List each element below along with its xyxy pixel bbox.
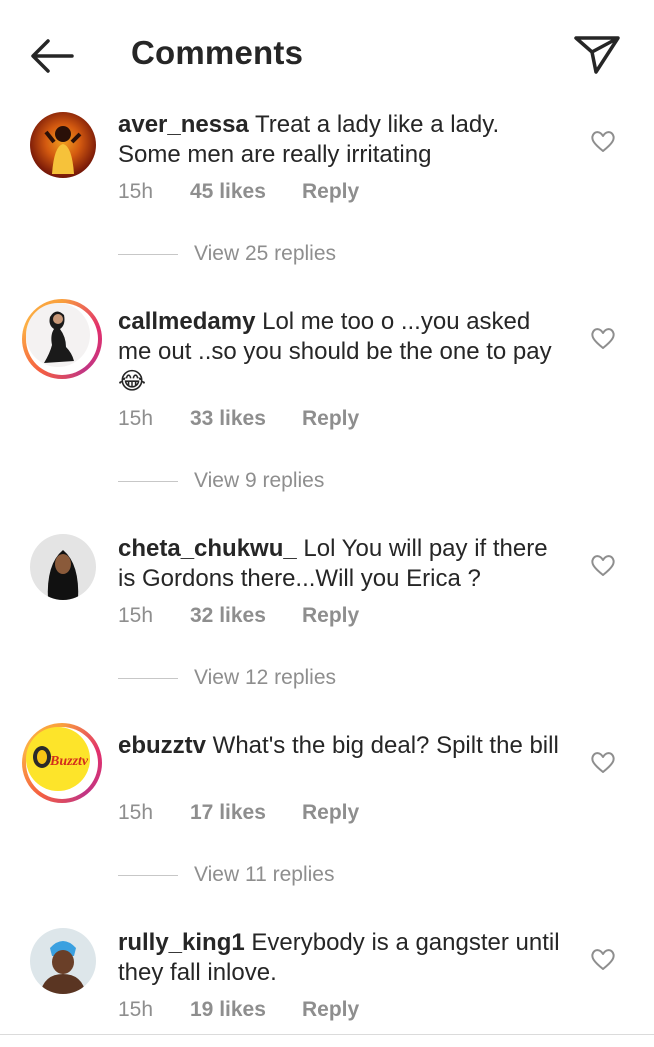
reply-button[interactable]: Reply: [302, 998, 359, 1022]
like-heart-icon[interactable]: [590, 327, 616, 351]
reply-button[interactable]: Reply: [302, 180, 359, 204]
avatar-image: [26, 303, 90, 367]
comment-username[interactable]: rully_king1: [118, 929, 245, 956]
page-title: Comments: [131, 34, 304, 71]
avatar[interactable]: [22, 299, 102, 379]
comment-text: ebuzztv What's the big deal? Spilt the b…: [118, 731, 568, 761]
comment-time: 15h: [118, 998, 154, 1021]
comment-text: aver_nessa Treat a lady like a lady. Som…: [118, 110, 568, 170]
like-heart-icon[interactable]: [590, 130, 616, 154]
replies-divider: [118, 875, 178, 876]
like-heart-icon[interactable]: [590, 948, 616, 972]
comment-username[interactable]: ebuzztv: [118, 732, 206, 759]
replies-divider: [118, 481, 178, 482]
avatar[interactable]: [30, 928, 96, 994]
comment-text: cheta_chukwu_ Lol You will pay if there …: [118, 534, 568, 594]
comment-time: 15h: [118, 180, 154, 203]
bottom-divider: [0, 1034, 654, 1035]
view-replies-label: View 25 replies: [194, 242, 337, 265]
comment-likes[interactable]: 33 likes: [190, 407, 266, 431]
comment-username[interactable]: aver_nessa: [118, 111, 249, 138]
view-replies-label: View 11 replies: [194, 863, 335, 886]
comment-username[interactable]: callmedamy: [118, 308, 255, 335]
send-icon[interactable]: [572, 34, 622, 76]
reply-button[interactable]: Reply: [302, 407, 359, 431]
comment-likes[interactable]: 19 likes: [190, 998, 266, 1022]
replies-divider: [118, 678, 178, 679]
avatar[interactable]: [30, 112, 96, 178]
header: Comments: [0, 0, 654, 104]
comment-time: 15h: [118, 801, 154, 824]
comment-likes[interactable]: 32 likes: [190, 604, 266, 628]
avatar[interactable]: [30, 534, 96, 600]
view-replies-label: View 12 replies: [194, 666, 337, 689]
reply-button[interactable]: Reply: [302, 604, 359, 628]
reply-button[interactable]: Reply: [302, 801, 359, 825]
comment-body: What's the big deal? Spilt the bill: [206, 732, 559, 759]
comment-username[interactable]: cheta_chukwu_: [118, 535, 297, 562]
comment-likes[interactable]: 17 likes: [190, 801, 266, 825]
view-replies-label: View 9 replies: [194, 469, 325, 492]
replies-divider: [118, 254, 178, 255]
comment-text: callmedamy Lol me too o ...you asked me …: [118, 307, 568, 397]
like-heart-icon[interactable]: [590, 554, 616, 578]
like-heart-icon[interactable]: [590, 751, 616, 775]
comment-text: rully_king1 Everybody is a gangster unti…: [118, 928, 568, 988]
ebuzztv-logo-text: Buzztv: [49, 754, 89, 769]
avatar-image: Buzztv: [26, 727, 90, 791]
comment-time: 15h: [118, 604, 154, 627]
avatar[interactable]: Buzztv: [22, 723, 102, 803]
comment-time: 15h: [118, 407, 154, 430]
comment-likes[interactable]: 45 likes: [190, 180, 266, 204]
back-arrow-icon[interactable]: [28, 36, 76, 76]
